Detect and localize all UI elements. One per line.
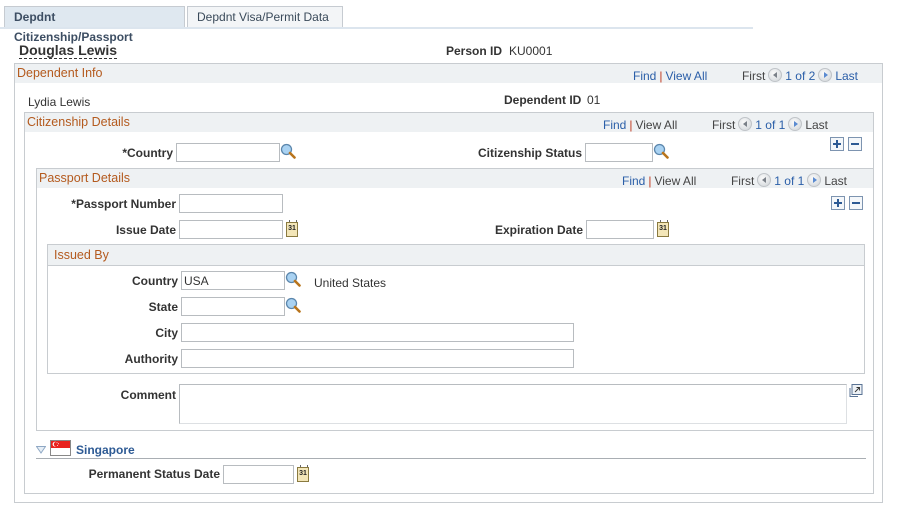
citizenship-country-label: *Country — [122, 146, 173, 160]
tab-depdnt-visa-permit-data[interactable]: Depdnt Visa/Permit Data — [187, 6, 343, 28]
delete-row-button[interactable] — [849, 196, 863, 210]
dependent-info-header: Dependent Info Find | View All First 1 of 2… — [15, 64, 882, 83]
person-id-label: Person ID — [446, 44, 503, 58]
passport-number-label: *Passport Number — [71, 197, 176, 211]
issued-state-label: State — [148, 300, 178, 314]
find-link[interactable]: Find — [603, 118, 626, 132]
citizenship-details-nav: Find | View All First 1 of 1 Last — [603, 117, 828, 132]
singapore-title[interactable]: Singapore — [76, 443, 135, 457]
issue-date-label: Issue Date — [115, 223, 176, 237]
issued-authority-label: Authority — [124, 352, 178, 366]
next-row-icon[interactable] — [818, 68, 833, 82]
issued-country-description: United States — [314, 276, 387, 290]
person-id-value: KU0001 — [509, 44, 553, 58]
issue-date-calendar-icon[interactable]: 31 — [286, 220, 298, 237]
find-link[interactable]: Find — [633, 69, 656, 83]
issued-by-title: Issued By — [54, 248, 109, 262]
last-link[interactable]: Last — [805, 118, 828, 132]
view-all-link[interactable]: View All — [654, 174, 696, 188]
issued-country-lookup-icon[interactable] — [285, 271, 301, 287]
collapse-triangle-icon[interactable] — [36, 446, 46, 454]
dependent-name: Lydia Lewis — [28, 95, 91, 109]
comment-label: Comment — [120, 388, 176, 402]
add-row-button[interactable] — [831, 196, 845, 210]
view-all-link[interactable]: View All — [635, 118, 677, 132]
issued-by-header: Issued By — [48, 245, 864, 266]
previous-row-icon[interactable] — [757, 173, 772, 187]
first-label: First — [741, 69, 766, 83]
citizenship-details-header: Citizenship Details Find | View All First 1… — [25, 113, 873, 132]
issued-city-input[interactable] — [181, 323, 574, 342]
issued-city-label: City — [155, 326, 178, 340]
first-label: First — [711, 118, 736, 132]
issued-by-section: Issued By Country United States State Ci… — [47, 244, 865, 374]
dependent-id-value: 01 — [587, 93, 601, 107]
row-count: 1 of 1 — [774, 174, 805, 188]
separator: | — [659, 69, 663, 83]
permanent-status-date-label: Permanent Status Date — [88, 467, 220, 481]
last-link[interactable]: Last — [835, 69, 858, 83]
permanent-status-date-input[interactable] — [223, 465, 294, 484]
delete-row-button[interactable] — [848, 137, 862, 151]
row-count: 1 of 2 — [785, 69, 816, 83]
first-label: First — [730, 174, 755, 188]
passport-number-input[interactable] — [179, 194, 283, 213]
issued-state-lookup-icon[interactable] — [285, 297, 301, 313]
passport-details-nav: Find | View All First 1 of 1 Last — [622, 173, 847, 188]
row-count: 1 of 1 — [755, 118, 786, 132]
citizenship-status-lookup-icon[interactable] — [653, 143, 669, 159]
issued-country-label: Country — [132, 274, 178, 288]
separator: | — [648, 174, 652, 188]
comment-textarea[interactable] — [179, 384, 847, 424]
separator: | — [629, 118, 633, 132]
dependent-info-section: Dependent Info Find | View All First 1 of 2… — [14, 63, 883, 503]
passport-details-header: Passport Details Find | View All First 1 of… — [37, 169, 873, 188]
permanent-status-date-calendar-icon[interactable]: 31 — [297, 465, 309, 482]
tab-depdnt-citizenship-passport[interactable]: Depdnt Citizenship/Passport — [4, 6, 185, 44]
view-all-link[interactable]: View All — [665, 69, 707, 83]
citizenship-country-input[interactable] — [176, 143, 280, 162]
dependent-info-nav: Find | View All First 1 of 2 Last — [633, 68, 858, 83]
passport-details-title: Passport Details — [39, 171, 131, 185]
next-row-icon[interactable] — [807, 173, 822, 187]
expand-textarea-icon[interactable] — [848, 384, 863, 398]
expiration-date-calendar-icon[interactable]: 31 — [657, 220, 669, 237]
issued-state-input[interactable] — [181, 297, 285, 316]
issued-authority-input[interactable] — [181, 349, 574, 368]
dependent-info-title: Dependent Info — [17, 66, 103, 80]
previous-row-icon[interactable] — [768, 68, 783, 82]
expiration-date-input[interactable] — [586, 220, 654, 239]
citizenship-status-input[interactable] — [585, 143, 653, 162]
issue-date-input[interactable] — [179, 220, 283, 239]
add-row-button[interactable] — [830, 137, 844, 151]
singapore-section-header[interactable]: Singapore — [36, 440, 866, 459]
find-link[interactable]: Find — [622, 174, 645, 188]
citizenship-details-title: Citizenship Details — [27, 115, 130, 129]
tab-underline — [0, 27, 753, 29]
last-link[interactable]: Last — [824, 174, 847, 188]
issued-country-input[interactable] — [181, 271, 285, 290]
passport-details-section: Passport Details Find | View All First 1 of… — [36, 168, 874, 431]
person-name: Douglas Lewis — [19, 42, 118, 59]
singapore-flag-icon — [50, 440, 71, 456]
citizenship-details-section: Citizenship Details Find | View All First 1… — [24, 112, 874, 494]
citizenship-status-label: Citizenship Status — [477, 146, 582, 160]
country-lookup-icon[interactable] — [280, 143, 296, 159]
expiration-date-label: Expiration Date — [494, 223, 583, 237]
next-row-icon[interactable] — [788, 117, 803, 131]
previous-row-icon[interactable] — [738, 117, 753, 131]
dependent-id-label: Dependent ID — [504, 93, 582, 107]
